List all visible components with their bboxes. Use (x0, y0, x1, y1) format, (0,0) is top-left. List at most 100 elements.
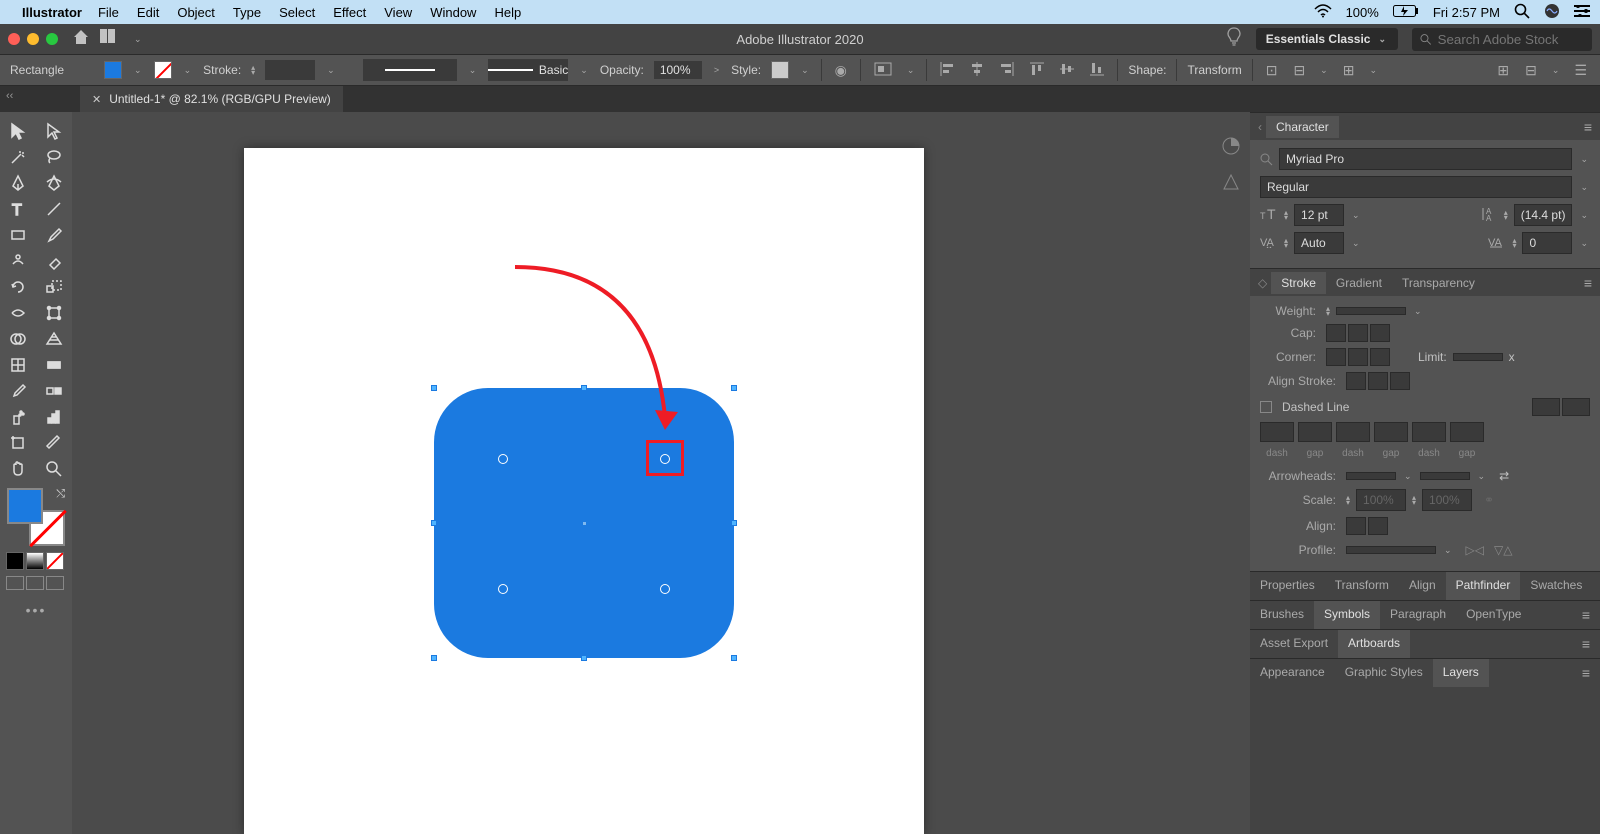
align-top-icon[interactable] (1027, 62, 1047, 79)
canvas[interactable] (72, 112, 1250, 834)
properties-tab[interactable]: Properties (1250, 572, 1325, 600)
artboard[interactable] (244, 148, 924, 834)
rectangle-tool[interactable] (0, 222, 36, 248)
siri-icon[interactable] (1544, 3, 1560, 22)
link-scale-icon[interactable]: ⚭ (1484, 493, 1494, 507)
none-mode[interactable] (46, 552, 64, 570)
color-mode[interactable] (6, 552, 24, 570)
center-point[interactable] (582, 521, 587, 526)
edit-contents-icon[interactable]: ⊟ (1290, 62, 1308, 79)
snap-icon[interactable]: ⊟ (1522, 62, 1540, 79)
color-guide-icon[interactable] (1219, 170, 1243, 194)
selection-handle[interactable] (431, 385, 437, 391)
zoom-tool[interactable] (36, 456, 72, 482)
wifi-icon[interactable] (1314, 4, 1332, 21)
arrow-start[interactable] (1346, 472, 1396, 480)
kerning-stepper[interactable]: ▴▾ (1284, 238, 1288, 248)
dash-align-buttons[interactable] (1532, 398, 1590, 416)
color-panel-icon[interactable] (1219, 134, 1243, 158)
selection-handle[interactable] (731, 385, 737, 391)
align-arrow-buttons[interactable] (1346, 517, 1388, 535)
graphic-styles-tab[interactable]: Graphic Styles (1335, 659, 1433, 687)
transform-tab[interactable]: Transform (1325, 572, 1399, 600)
align-tab[interactable]: Align (1399, 572, 1446, 600)
font-size-input[interactable]: 12 pt (1294, 204, 1344, 226)
stroke-swatch[interactable] (154, 61, 172, 79)
discover-icon[interactable] (1226, 27, 1242, 52)
kerning-input[interactable]: Auto (1294, 232, 1344, 254)
transform-label[interactable]: Transform (1187, 63, 1241, 77)
symbols-tab[interactable]: Symbols (1314, 601, 1380, 629)
edit-toolbar-icon[interactable]: ••• (0, 602, 72, 618)
panel-menu-icon[interactable]: ≡ (1592, 572, 1600, 600)
grid-icon[interactable]: ⊞ (1494, 62, 1512, 79)
character-tab[interactable]: Character (1266, 116, 1339, 138)
opentype-tab[interactable]: OpenType (1456, 601, 1531, 629)
blend-tool[interactable] (36, 378, 72, 404)
artboard-tool[interactable] (0, 430, 36, 456)
menu-type[interactable]: Type (233, 5, 261, 20)
cap-buttons[interactable] (1326, 324, 1390, 342)
arrow-end[interactable] (1420, 472, 1470, 480)
weight-stepper[interactable]: ▴▾ (1326, 306, 1330, 316)
search-stock[interactable] (1412, 28, 1592, 51)
panel-toggle-icon[interactable]: ◇ (1258, 276, 1267, 290)
brush-dropdown[interactable]: ⌄ (578, 65, 590, 76)
select-similar-icon[interactable]: ⊞ (1340, 62, 1358, 79)
selection-handle[interactable] (581, 655, 587, 661)
profile-input[interactable] (1346, 546, 1436, 554)
eraser-tool[interactable] (36, 248, 72, 274)
panel-menu-icon[interactable]: ≡ (1584, 119, 1592, 135)
stroke-weight-dropdown[interactable]: ⌄ (325, 65, 337, 76)
panel-menu-icon[interactable]: ≡ (1584, 275, 1592, 291)
arrange-dropdown[interactable]: ⌄ (132, 34, 144, 45)
leading-input[interactable]: (14.4 pt) (1514, 204, 1573, 226)
type-tool[interactable]: T (0, 196, 36, 222)
expand-panels-icon[interactable]: ‹‹ (6, 90, 13, 102)
menu-help[interactable]: Help (494, 5, 521, 20)
gradient-tool[interactable] (36, 352, 72, 378)
selection-handle[interactable] (731, 520, 737, 526)
preferences-icon[interactable]: ☰ (1571, 62, 1590, 79)
rotate-tool[interactable] (0, 274, 36, 300)
minimize-window[interactable] (27, 33, 39, 45)
shape-label[interactable]: Shape: (1128, 63, 1166, 77)
home-icon[interactable] (72, 28, 90, 51)
scale-tool[interactable] (36, 274, 72, 300)
fill-stroke-indicator[interactable]: ⤭ (7, 488, 65, 546)
menu-edit[interactable]: Edit (137, 5, 159, 20)
scale-end[interactable]: 100% (1422, 489, 1472, 511)
layers-tab[interactable]: Layers (1433, 659, 1489, 687)
control-center-icon[interactable] (1574, 4, 1590, 20)
transparency-tab[interactable]: Transparency (1392, 272, 1485, 294)
fill-swatch[interactable] (104, 61, 122, 79)
gradient-mode[interactable] (26, 552, 44, 570)
align-hcenter-icon[interactable] (967, 62, 987, 79)
stroke-tab[interactable]: Stroke (1271, 272, 1326, 294)
tracking-stepper[interactable]: ▴▾ (1512, 238, 1516, 248)
recolor-icon[interactable]: ◉ (832, 62, 850, 79)
stroke-dropdown[interactable]: ⌄ (182, 65, 194, 76)
corner-widget[interactable] (660, 584, 670, 594)
hand-tool[interactable] (0, 456, 36, 482)
brush-definition[interactable]: Basic (488, 59, 568, 81)
style-dropdown[interactable]: ⌄ (799, 65, 811, 76)
align-stroke-buttons[interactable] (1346, 372, 1410, 390)
stroke-weight-stepper[interactable]: ▴▾ (251, 65, 255, 75)
brush-profile[interactable] (363, 59, 457, 81)
selection-handle[interactable] (431, 655, 437, 661)
font-dropdown[interactable]: ⌄ (1578, 154, 1590, 165)
scale-start[interactable]: 100% (1356, 489, 1406, 511)
chevron-left-icon[interactable]: ‹ (1258, 120, 1262, 134)
menu-effect[interactable]: Effect (333, 5, 366, 20)
arrange-documents-icon[interactable] (100, 29, 122, 50)
gradient-tab[interactable]: Gradient (1326, 272, 1392, 294)
menu-object[interactable]: Object (177, 5, 215, 20)
app-name[interactable]: Illustrator (22, 5, 82, 20)
artboards-tab[interactable]: Artboards (1338, 630, 1410, 658)
spotlight-icon[interactable] (1514, 3, 1530, 22)
shaper-tool[interactable] (0, 248, 36, 274)
flip-along-icon[interactable]: ▷◁ (1466, 543, 1484, 557)
limit-input[interactable] (1453, 353, 1503, 361)
leading-stepper[interactable]: ▴▾ (1504, 210, 1508, 220)
